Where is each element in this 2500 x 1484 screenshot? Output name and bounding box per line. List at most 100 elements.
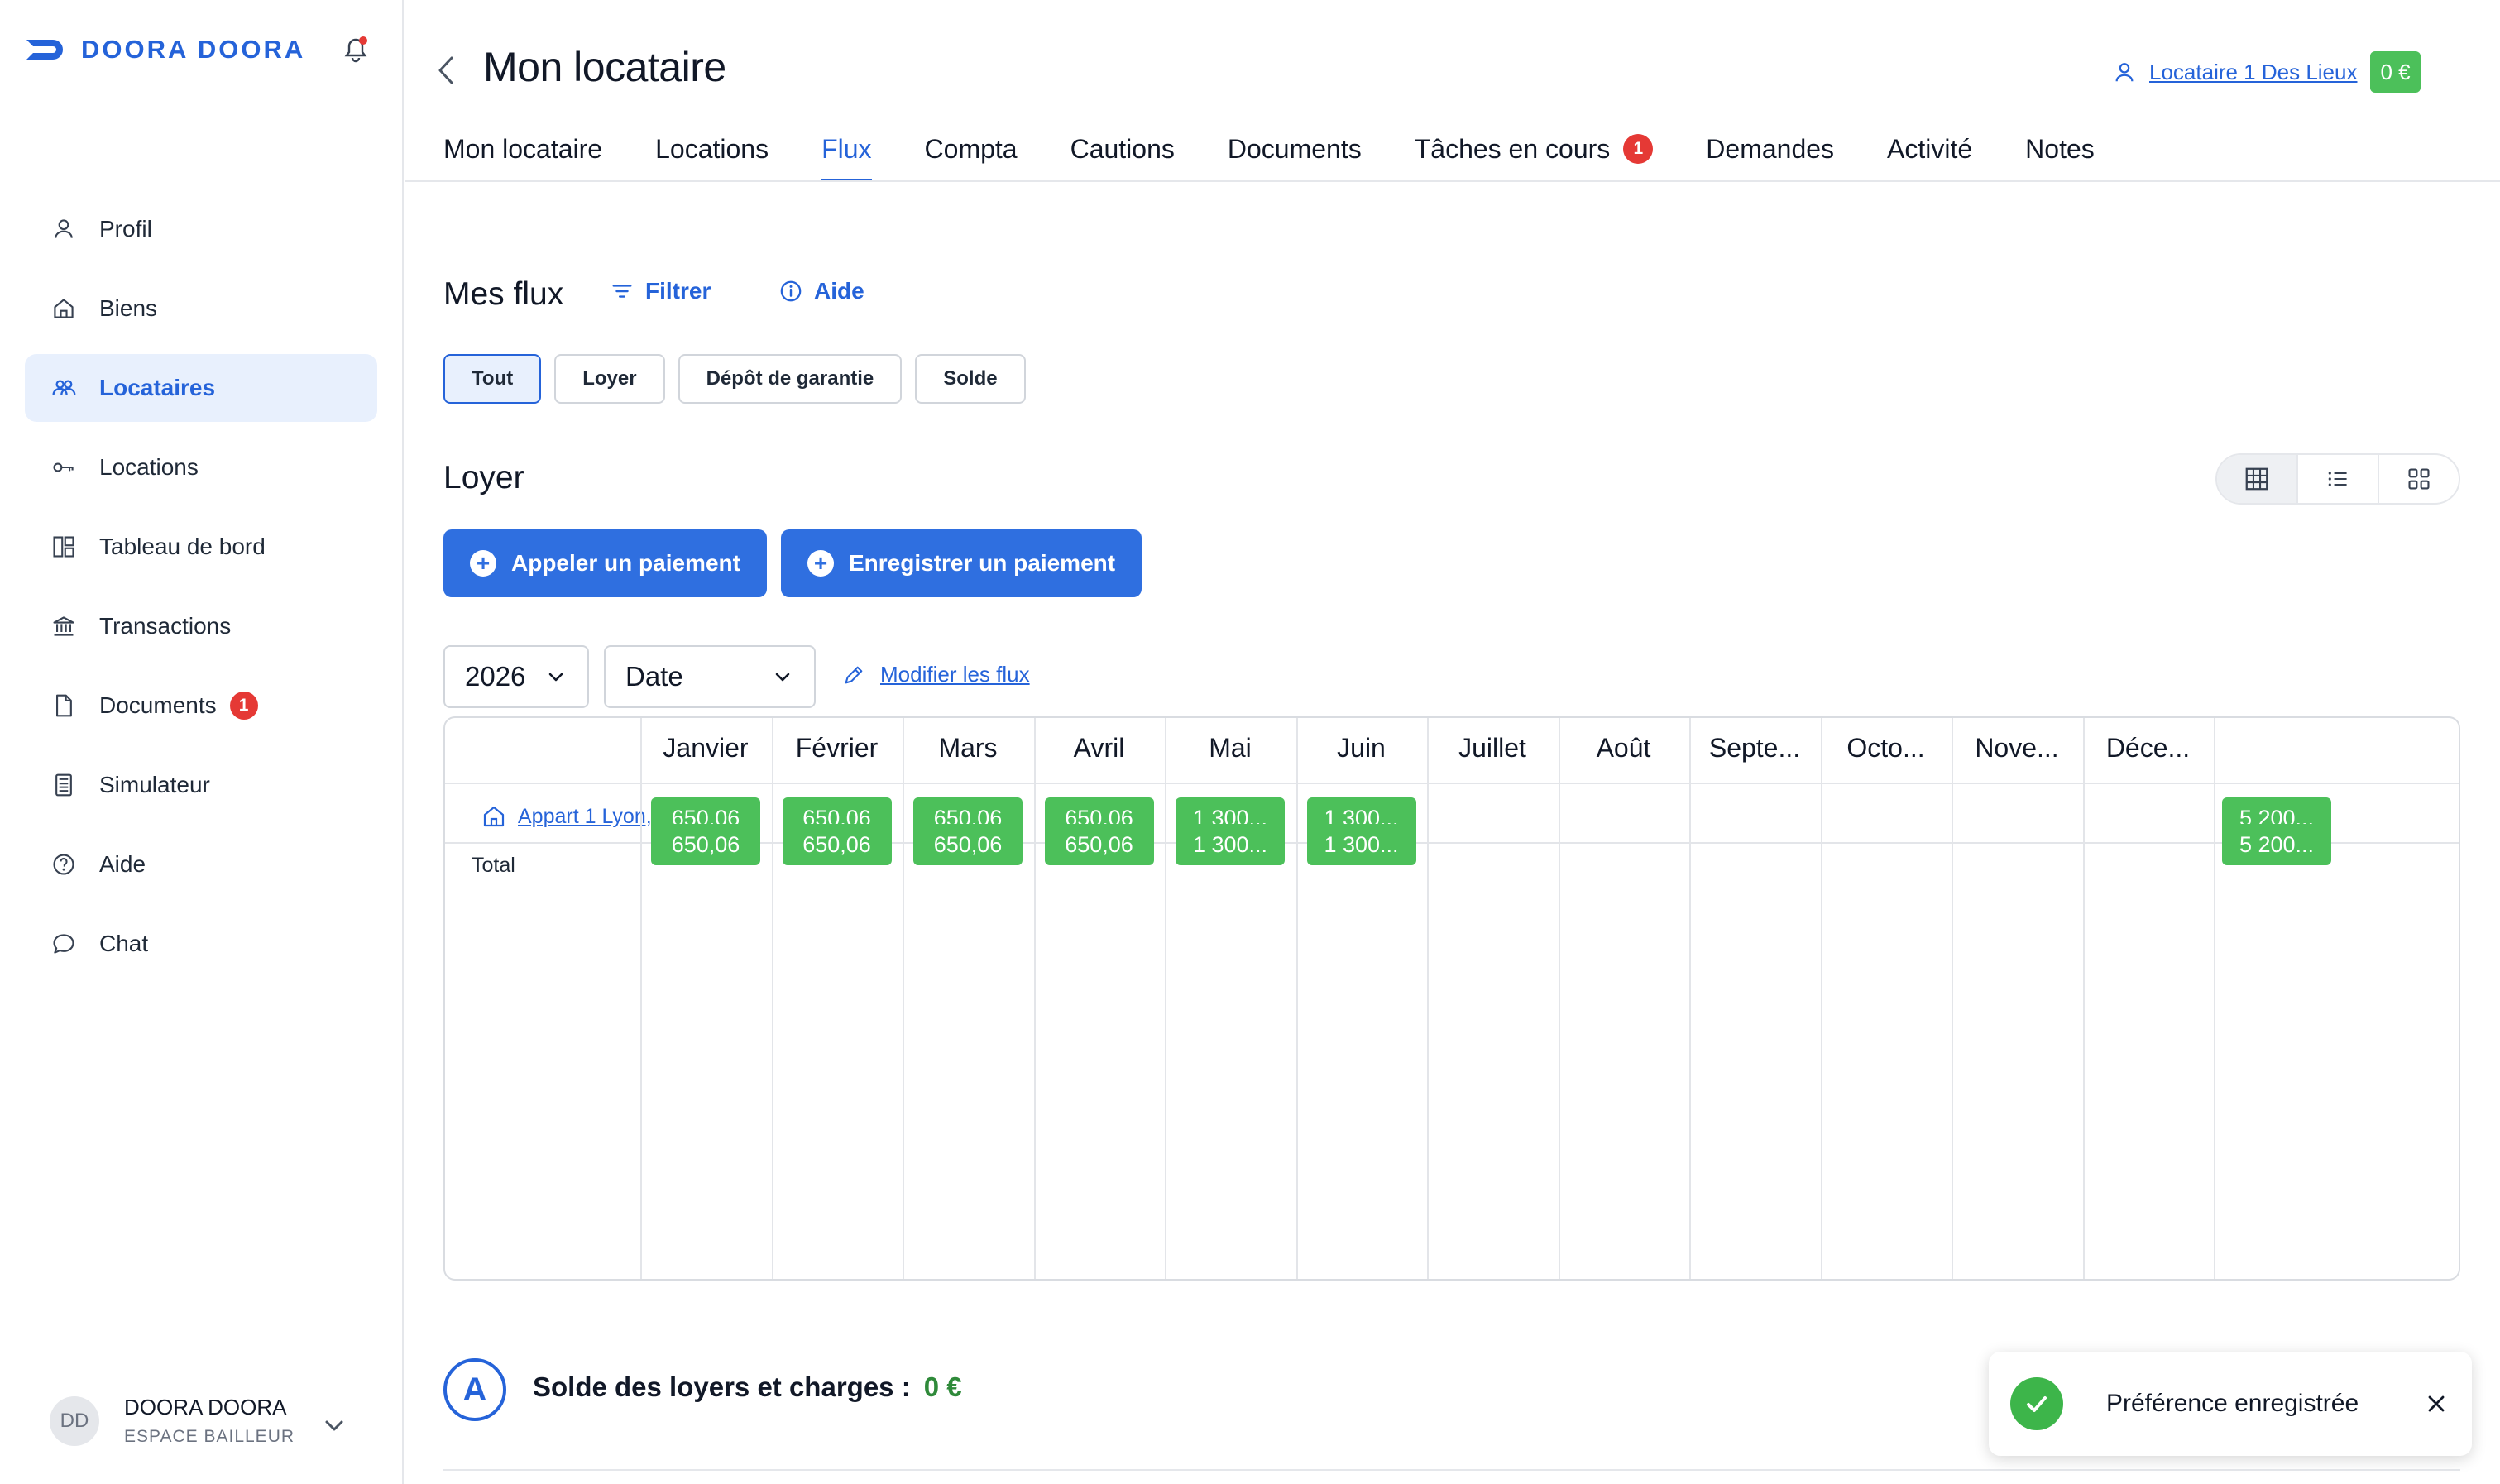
sidebar-item-profil[interactable]: Profil bbox=[25, 195, 377, 263]
plus-icon: + bbox=[807, 550, 834, 577]
cards-view-button[interactable] bbox=[2379, 455, 2459, 503]
month-header: Juin bbox=[1337, 733, 1386, 763]
chip-loyer[interactable]: Loyer bbox=[554, 354, 665, 404]
column-divider bbox=[1689, 718, 1691, 1279]
column-divider bbox=[2082, 718, 2085, 1279]
call-payment-button[interactable]: + Appeler un paiement bbox=[443, 529, 767, 597]
sidebar-item-biens[interactable]: Biens bbox=[25, 275, 377, 342]
sort-value: Date bbox=[625, 661, 683, 692]
tab-demandes[interactable]: Demandes bbox=[1706, 134, 1834, 182]
call-payment-label: Appeler un paiement bbox=[511, 550, 740, 576]
column-divider bbox=[640, 718, 642, 1279]
home-icon bbox=[483, 806, 505, 827]
column-divider bbox=[1295, 718, 1298, 1279]
month-header: Septe... bbox=[1708, 733, 1801, 763]
toast-message: Préférence enregistrée bbox=[2106, 1390, 2359, 1417]
tab-mon-locataire[interactable]: Mon locataire bbox=[443, 134, 602, 182]
chevron-down-icon[interactable] bbox=[319, 1411, 349, 1441]
notification-bell-icon[interactable] bbox=[341, 35, 371, 65]
month-header: Juillet bbox=[1458, 733, 1526, 763]
solde-label: Solde des loyers et charges : bbox=[533, 1372, 911, 1402]
close-icon[interactable] bbox=[2422, 1390, 2450, 1418]
column-divider bbox=[1427, 718, 1429, 1279]
sidebar-item-locations[interactable]: Locations bbox=[25, 433, 377, 501]
sidebar-item-label: Transactions bbox=[99, 613, 232, 639]
sidebar-item-label: Simulateur bbox=[99, 772, 210, 797]
tab-bar: Mon locataire Locations Flux Compta Caut… bbox=[443, 134, 2148, 182]
tab-compta[interactable]: Compta bbox=[925, 134, 1018, 182]
bottom-divider bbox=[443, 1469, 2460, 1471]
total-row-label: Total bbox=[472, 854, 515, 877]
plus-icon: + bbox=[470, 550, 496, 577]
year-select[interactable]: 2026 bbox=[443, 645, 589, 708]
filter-label: Filtrer bbox=[645, 278, 711, 304]
amount-badge[interactable]: 1 300... bbox=[1306, 824, 1416, 865]
flux-filter-chips: Tout Loyer Dépôt de garantie Solde bbox=[443, 354, 1039, 404]
header-divider bbox=[445, 783, 2459, 784]
chip-tout[interactable]: Tout bbox=[443, 354, 542, 404]
toast-notification: Préférence enregistrée bbox=[1989, 1352, 2472, 1456]
flux-table: Appart 1 Lyon, 1 300,12 € Total Janvier F… bbox=[443, 716, 2460, 1281]
edit-flux-link[interactable]: Modifier les flux bbox=[842, 662, 1030, 687]
tab-label: Tâches en cours bbox=[1414, 134, 1611, 164]
tab-activite[interactable]: Activité bbox=[1887, 134, 1972, 182]
sidebar-item-tableau-de-bord[interactable]: Tableau de bord bbox=[25, 513, 377, 581]
help-button[interactable]: Aide bbox=[779, 278, 864, 304]
column-divider bbox=[1033, 718, 1036, 1279]
solde-letter-icon: A bbox=[443, 1358, 506, 1421]
record-payment-button[interactable]: + Enregistrer un paiement bbox=[781, 529, 1142, 597]
tab-notes[interactable]: Notes bbox=[2025, 134, 2095, 182]
brand-logo[interactable]: DOORA DOORA bbox=[25, 33, 305, 66]
chip-depot-de-garantie[interactable]: Dépôt de garantie bbox=[678, 354, 903, 404]
solde-amount: 0 € bbox=[923, 1372, 962, 1402]
filter-button[interactable]: Filtrer bbox=[611, 278, 711, 304]
record-payment-label: Enregistrer un paiement bbox=[849, 550, 1116, 576]
sidebar-item-documents[interactable]: Documents 1 bbox=[25, 672, 377, 740]
list-view-button[interactable] bbox=[2298, 455, 2379, 503]
tasks-count-badge: 1 bbox=[1623, 134, 1654, 164]
cards-grid-icon bbox=[2408, 468, 2430, 490]
filter-icon bbox=[612, 285, 632, 298]
chat-icon bbox=[50, 930, 78, 958]
sidebar-item-chat[interactable]: Chat bbox=[25, 910, 377, 978]
sort-select[interactable]: Date bbox=[604, 645, 816, 708]
sidebar-item-label: Profil bbox=[99, 216, 152, 242]
sidebar-item-locataires[interactable]: Locataires bbox=[25, 354, 377, 422]
tabs-divider bbox=[405, 180, 2500, 182]
column-divider bbox=[1820, 718, 1822, 1279]
tab-flux[interactable]: Flux bbox=[821, 134, 872, 182]
tab-locations[interactable]: Locations bbox=[655, 134, 769, 182]
list-icon bbox=[2328, 472, 2347, 486]
table-view-button[interactable] bbox=[2217, 455, 2298, 503]
column-divider bbox=[903, 718, 904, 1279]
column-divider bbox=[1558, 718, 1560, 1279]
user-icon bbox=[2115, 63, 2134, 82]
amount-badge[interactable]: 1 300... bbox=[1176, 824, 1285, 865]
tenant-link[interactable]: Locataire 1 Des Lieux 0 € bbox=[2113, 51, 2421, 93]
column-divider bbox=[1165, 718, 1166, 1279]
amount-badge[interactable]: 650,06 bbox=[651, 824, 760, 865]
month-header: Nove... bbox=[1975, 733, 2059, 763]
month-header: Janvier bbox=[663, 733, 749, 763]
edit-flux-label: Modifier les flux bbox=[880, 662, 1030, 687]
sidebar-item-simulateur[interactable]: Simulateur bbox=[25, 751, 377, 819]
back-arrow-icon[interactable] bbox=[432, 53, 462, 88]
tab-cautions[interactable]: Cautions bbox=[1070, 134, 1175, 182]
tab-taches-en-cours[interactable]: Tâches en cours 1 bbox=[1415, 134, 1654, 182]
chip-solde[interactable]: Solde bbox=[915, 354, 1026, 404]
sidebar-item-transactions[interactable]: Transactions bbox=[25, 592, 377, 660]
user-menu[interactable]: DD DOORA DOORA ESPACE BAILLEUR bbox=[50, 1395, 295, 1447]
sidebar-item-aide[interactable]: Aide bbox=[25, 831, 377, 898]
amount-badge[interactable]: 650,06 bbox=[913, 824, 1023, 865]
row-total-badge[interactable]: 5 200... bbox=[2222, 824, 2331, 865]
tab-documents[interactable]: Documents bbox=[1228, 134, 1362, 182]
amount-badge[interactable]: 650,06 bbox=[782, 824, 892, 865]
month-header: Mai bbox=[1209, 733, 1252, 763]
amount-badge[interactable]: 650,06 bbox=[1044, 824, 1154, 865]
help-label: Aide bbox=[814, 278, 864, 304]
month-header: Mars bbox=[938, 733, 998, 763]
help-icon bbox=[50, 850, 78, 878]
tenant-balance-badge: 0 € bbox=[2370, 51, 2421, 93]
bank-icon bbox=[50, 612, 78, 640]
tenant-name-link[interactable]: Locataire 1 Des Lieux bbox=[2149, 60, 2357, 85]
